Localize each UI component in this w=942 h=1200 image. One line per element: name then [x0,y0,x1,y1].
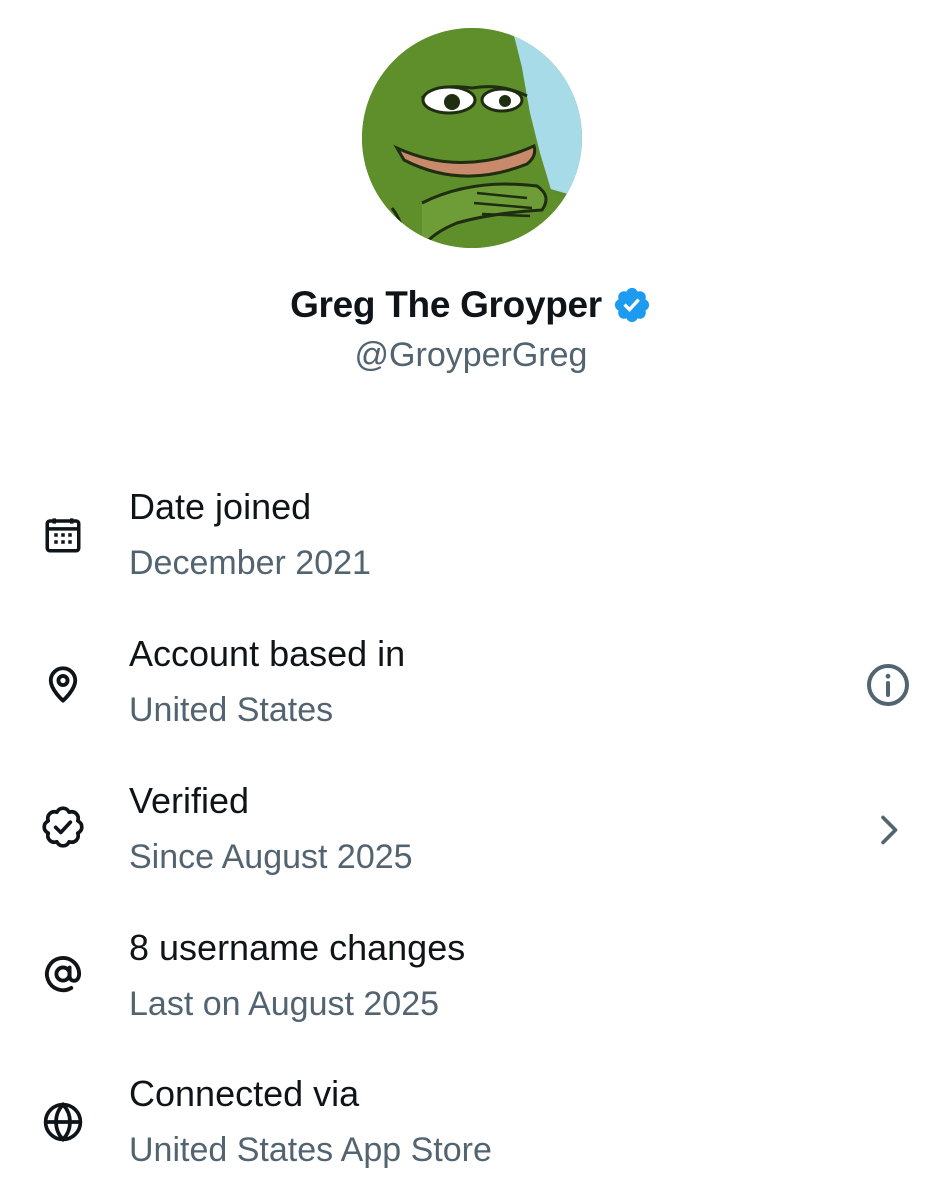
info-row-account-based-in[interactable]: Account based in United States [0,631,942,751]
avatar-image [362,28,582,248]
display-name: Greg The Groyper [290,284,602,325]
row-title: Verified [129,780,250,821]
at-sign-icon [38,949,88,999]
info-row-verified[interactable]: Verified Since August 2025 [0,778,942,898]
row-title: Date joined [129,486,312,527]
row-subtitle: United States App Store [129,1131,492,1169]
location-pin-icon [38,659,88,709]
info-row-username-changes: 8 username changes Last on August 2025 [0,925,942,1045]
chevron-right-icon[interactable] [862,804,914,856]
info-row-connected-via: Connected via United States App Store [0,1071,942,1191]
row-title: Connected via [129,1073,360,1114]
row-title: 8 username changes [129,927,466,968]
info-row-date-joined: Date joined December 2021 [0,484,942,604]
row-subtitle: United States [129,691,334,729]
row-subtitle: December 2021 [129,544,371,582]
row-subtitle: Last on August 2025 [129,985,440,1023]
row-title: Account based in [129,633,406,674]
profile-handle: @GroyperGreg [354,336,588,374]
calendar-icon [38,510,88,560]
avatar[interactable] [362,28,582,248]
verified-badge-icon [38,802,88,852]
verified-badge-icon[interactable] [612,285,652,325]
row-subtitle: Since August 2025 [129,838,413,876]
globe-icon [38,1097,88,1147]
profile-name-row: Greg The Groyper [0,284,942,326]
info-icon[interactable] [862,659,914,711]
